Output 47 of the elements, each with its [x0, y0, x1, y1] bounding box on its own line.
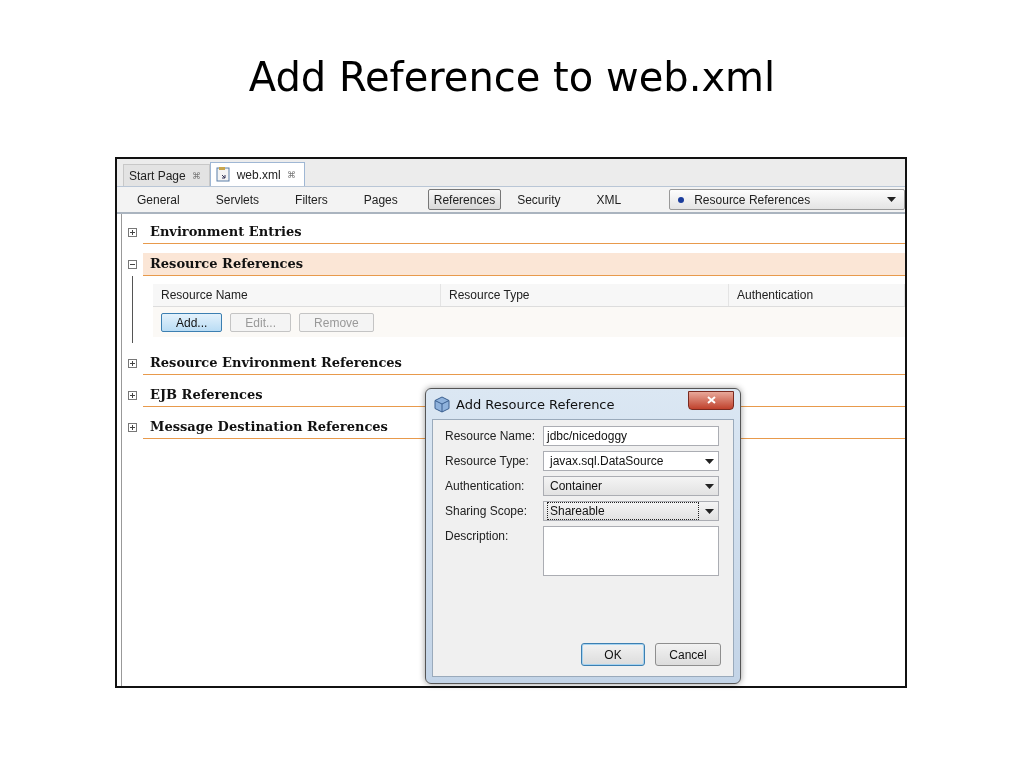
field-label: Resource Name:: [445, 428, 537, 445]
dot-icon: [678, 196, 685, 203]
column-header: Authentication: [729, 284, 905, 306]
dropdown[interactable]: Container: [543, 476, 719, 496]
caret-icon: [705, 483, 714, 489]
cube-icon: [434, 395, 450, 413]
view-tab[interactable]: XML: [590, 189, 628, 210]
expand-icon[interactable]: [128, 227, 137, 237]
view-tab[interactable]: General: [131, 189, 186, 210]
section-header[interactable]: Resource References: [143, 252, 905, 276]
description-field[interactable]: [543, 526, 719, 576]
caret-icon: [705, 458, 714, 464]
dialog-button[interactable]: Cancel: [655, 643, 721, 666]
section-header[interactable]: Environment Entries: [143, 220, 905, 244]
expand-icon[interactable]: [128, 358, 137, 368]
close-icon[interactable]: ⌘: [286, 169, 296, 180]
expand-icon[interactable]: [128, 422, 137, 432]
close-icon[interactable]: ⌘: [191, 170, 201, 181]
dropdown[interactable]: Shareable: [543, 501, 719, 521]
section-dropdown[interactable]: Resource References: [669, 189, 905, 210]
view-tab[interactable]: Filters: [289, 189, 334, 210]
editor-tab[interactable]: web.xml ⌘: [209, 162, 305, 186]
combo-box[interactable]: javax.sql.DataSource: [543, 451, 719, 471]
view-tab[interactable]: Pages: [357, 189, 404, 210]
document-icon: [215, 167, 231, 182]
table-action-button[interactable]: Add...: [161, 313, 223, 332]
caret-icon: [887, 197, 896, 202]
dialog-button[interactable]: OK: [581, 643, 645, 666]
close-icon: [706, 396, 716, 404]
view-tab[interactable]: Servlets: [209, 189, 266, 210]
field-label: Resource Type:: [445, 453, 530, 470]
slide-title: Add Reference to web.xml: [248, 54, 776, 102]
collapse-icon[interactable]: [128, 259, 137, 269]
section-header[interactable]: Resource Environment References: [143, 351, 905, 375]
close-button[interactable]: [688, 390, 734, 410]
view-tab[interactable]: References: [427, 189, 502, 210]
column-header: Resource Type: [441, 284, 729, 306]
field-label: Sharing Scope:: [445, 503, 529, 520]
field-label: Authentication:: [445, 478, 526, 495]
field-label: Description:: [445, 528, 510, 545]
caret-icon: [705, 508, 714, 514]
view-tab[interactable]: Security: [511, 189, 567, 210]
editor-tab[interactable]: Start Page ⌘: [123, 164, 210, 186]
input-field[interactable]: jdbc/nicedoggy: [543, 426, 719, 446]
column-header: Resource Name: [153, 284, 441, 306]
dialog-title: Add Resource Reference: [456, 396, 616, 412]
expand-icon[interactable]: [128, 390, 137, 400]
